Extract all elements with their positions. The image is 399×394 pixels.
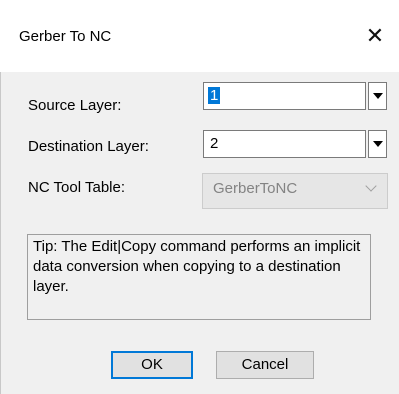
source-layer-value[interactable]: 1 [208, 87, 221, 104]
window-border [0, 72, 1, 394]
ok-button[interactable]: OK [111, 351, 193, 379]
tip-panel: Tip: The Edit|Copy command performs an i… [27, 234, 371, 320]
source-layer-combo[interactable]: 1 [203, 82, 366, 110]
tool-table-select[interactable]: GerberToNC [202, 173, 388, 209]
destination-layer-dropdown-button[interactable] [368, 130, 387, 158]
destination-layer-label: Destination Layer: [28, 138, 149, 155]
source-layer-label: Source Layer: [28, 97, 122, 114]
source-layer-dropdown-button[interactable] [368, 82, 387, 110]
chevron-down-icon [365, 180, 377, 192]
chevron-down-icon [373, 93, 383, 99]
tool-table-value: GerberToNC [213, 180, 298, 197]
tip-text: Tip: The Edit|Copy command performs an i… [33, 238, 361, 295]
close-icon[interactable]: ✕ [365, 25, 385, 47]
destination-layer-combo[interactable]: 2 [203, 130, 366, 158]
chevron-down-icon [373, 141, 383, 147]
tool-table-label: NC Tool Table: [28, 179, 126, 196]
title-bar[interactable]: Gerber To NC ✕ [0, 0, 399, 72]
cancel-button[interactable]: Cancel [216, 351, 314, 379]
gerber-to-nc-dialog: Gerber To NC ✕ Source Layer: 1 Destinati… [0, 0, 399, 394]
destination-layer-value[interactable]: 2 [210, 135, 218, 152]
window-title: Gerber To NC [19, 28, 112, 45]
